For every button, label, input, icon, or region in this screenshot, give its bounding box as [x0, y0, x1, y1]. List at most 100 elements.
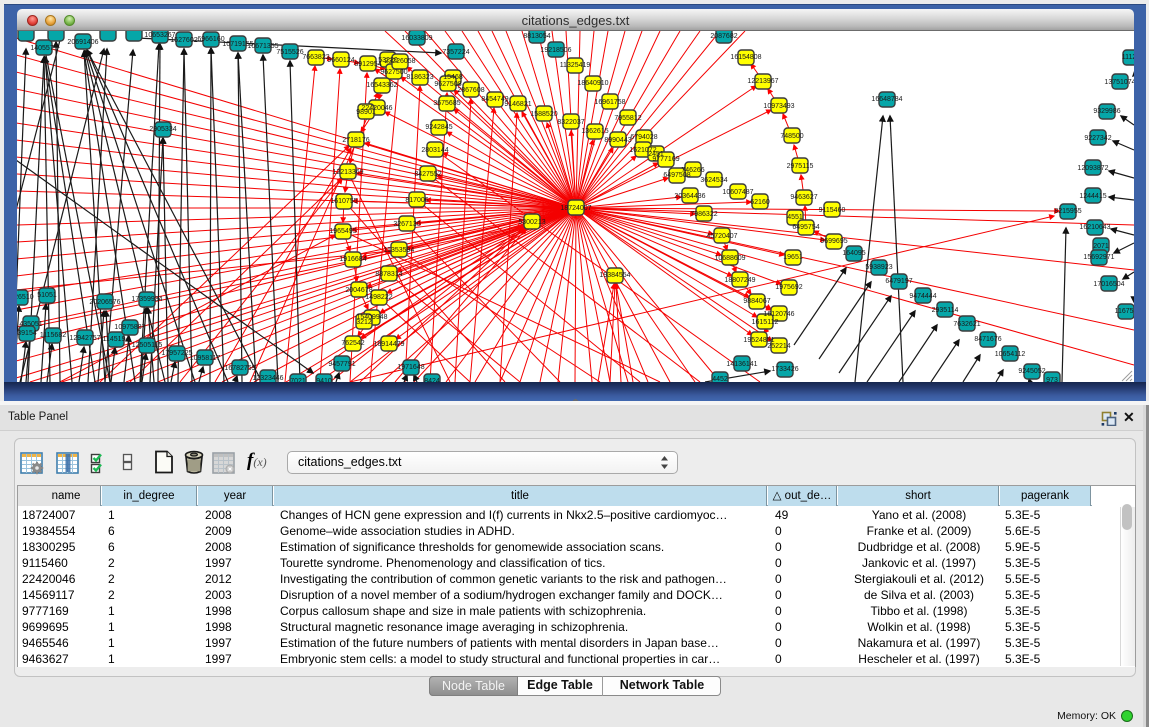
- svg-text:18724007: 18724007: [560, 205, 591, 212]
- svg-text:1527602: 1527602: [170, 37, 197, 44]
- svg-text:116753: 116753: [1115, 308, 1134, 315]
- svg-text:9463627: 9463627: [790, 194, 817, 201]
- svg-text:6495754: 6495754: [792, 224, 819, 231]
- svg-text:817006: 817006: [405, 197, 428, 204]
- svg-text:2803144: 2803144: [421, 147, 448, 154]
- svg-text:2004678: 2004678: [345, 287, 372, 294]
- svg-text:98901: 98901: [356, 109, 376, 116]
- svg-text:1971648: 1971648: [397, 364, 424, 371]
- svg-text:7632621: 7632621: [953, 321, 980, 328]
- svg-text:16648784: 16648784: [871, 96, 902, 103]
- svg-text:11353594: 11353594: [384, 247, 415, 254]
- svg-text:5938923: 5938923: [865, 264, 892, 271]
- svg-text:20691406: 20691406: [67, 39, 98, 46]
- svg-text:7955812: 7955812: [614, 115, 641, 122]
- svg-text:2975115: 2975115: [787, 163, 814, 170]
- svg-text:6794028: 6794028: [630, 134, 657, 141]
- svg-text:11325419: 11325419: [560, 62, 591, 69]
- svg-text:7663822: 7663822: [302, 54, 329, 61]
- svg-text:6479197: 6479197: [885, 278, 912, 285]
- svg-text:20206576: 20206576: [89, 299, 120, 306]
- svg-text:164095: 164095: [842, 250, 865, 257]
- svg-text:11121: 11121: [1122, 54, 1134, 61]
- svg-text:9115460: 9115460: [819, 207, 846, 214]
- svg-text:16154808: 16154808: [730, 54, 761, 61]
- svg-text:10975887: 10975887: [114, 324, 145, 331]
- svg-text:762542: 762542: [341, 340, 364, 347]
- svg-text:12505115: 12505115: [132, 342, 163, 349]
- svg-text:9884067: 9884067: [743, 298, 770, 305]
- svg-text:3624534: 3624534: [700, 177, 727, 184]
- svg-text:12213967: 12213967: [747, 78, 778, 85]
- svg-text:2935114: 2935114: [932, 307, 959, 314]
- svg-text:9245052: 9245052: [1018, 368, 1045, 375]
- svg-text:16543362: 16543362: [366, 82, 397, 89]
- svg-text:16914479: 16914479: [373, 341, 404, 348]
- svg-text:2867608: 2867608: [457, 87, 484, 94]
- svg-text:9457791: 9457791: [328, 361, 355, 368]
- svg-text:16961758: 16961758: [594, 99, 625, 106]
- svg-text:7986322: 7986322: [690, 211, 717, 218]
- svg-text:62160: 62160: [750, 199, 770, 206]
- svg-text:10958117: 10958117: [190, 355, 221, 362]
- svg-text:8186323: 8186323: [406, 74, 433, 81]
- svg-text:19384554: 19384554: [599, 272, 630, 279]
- svg-text:435051: 435051: [19, 321, 42, 328]
- svg-text:1588520: 1588520: [530, 111, 557, 118]
- svg-text:10973493: 10973493: [763, 103, 794, 110]
- svg-text:51051: 51051: [37, 292, 57, 299]
- svg-text:9329986: 9329986: [1093, 108, 1120, 115]
- svg-text:1965495: 1965495: [329, 228, 356, 235]
- svg-text:19218506: 19218506: [540, 47, 571, 54]
- svg-text:9699695: 9699695: [820, 238, 847, 245]
- svg-text:12942757: 12942757: [69, 335, 100, 342]
- svg-text:18640910: 18640910: [577, 80, 608, 87]
- svg-text:7357224: 7357224: [442, 49, 469, 56]
- svg-text:1916684: 1916684: [339, 256, 366, 263]
- svg-text:1498222: 1498222: [365, 294, 392, 301]
- svg-text:1115682: 1115682: [40, 332, 66, 339]
- svg-text:8878314: 8878314: [375, 271, 402, 278]
- svg-text:10688609: 10688609: [714, 255, 745, 262]
- svg-text:1615112: 1615112: [752, 319, 779, 326]
- svg-text:18807249: 18807249: [724, 277, 755, 284]
- svg-text:8813054: 8813054: [523, 33, 550, 40]
- svg-text:4551: 4551: [787, 214, 803, 221]
- svg-text:39154: 39154: [17, 330, 37, 337]
- svg-text:10671355: 10671355: [247, 43, 278, 50]
- svg-text:5300213: 5300213: [518, 219, 545, 226]
- svg-text:9242845: 9242845: [425, 124, 452, 131]
- svg-text:2071: 2071: [1093, 243, 1109, 250]
- svg-text:9660124: 9660124: [327, 57, 354, 64]
- svg-text:1362615: 1362615: [581, 128, 608, 135]
- svg-text:15468: 15468: [443, 74, 463, 81]
- svg-text:9474444: 9474444: [909, 293, 936, 300]
- svg-text:6497508: 6497508: [663, 172, 690, 179]
- svg-text:10654112: 10654112: [995, 351, 1026, 358]
- svg-text:1145194: 1145194: [103, 336, 130, 343]
- svg-text:45720407: 45720407: [706, 233, 737, 240]
- svg-text:15692971: 15692971: [1083, 254, 1114, 261]
- svg-text:7515526: 7515526: [276, 49, 303, 56]
- svg-text:16033809: 16033809: [401, 35, 432, 42]
- svg-text:3267130: 3267130: [393, 221, 420, 228]
- svg-text:16120746: 16120746: [763, 311, 794, 318]
- svg-text:9777169: 9777169: [652, 156, 679, 163]
- svg-text:16782759: 16782759: [224, 365, 255, 372]
- svg-text:17359934: 17359934: [131, 296, 162, 303]
- svg-text:20364436: 20364436: [674, 193, 705, 200]
- svg-text:1405571: 1405571: [30, 45, 57, 52]
- svg-text:19651: 19651: [783, 254, 803, 261]
- svg-text:1975692: 1975692: [775, 284, 802, 291]
- svg-text:8990443: 8990443: [604, 137, 631, 144]
- svg-text:2905334: 2905334: [149, 126, 176, 133]
- svg-text:3212: 3212: [356, 319, 372, 326]
- svg-text:1610755: 1610755: [330, 198, 357, 205]
- svg-text:252214: 252214: [767, 343, 790, 350]
- svg-text:16210643: 16210643: [1079, 224, 1110, 231]
- svg-text:9227342: 9227342: [1084, 135, 1111, 142]
- svg-text:2718176: 2718176: [342, 137, 369, 144]
- svg-text:3675685: 3675685: [433, 100, 460, 107]
- svg-text:17016504: 17016504: [1093, 281, 1124, 288]
- svg-text:23226058: 23226058: [384, 58, 415, 65]
